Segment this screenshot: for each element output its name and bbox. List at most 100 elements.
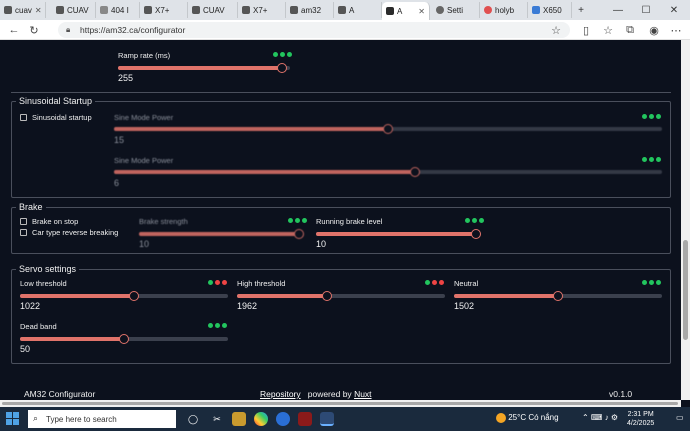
slider-handle[interactable] [410, 167, 420, 177]
scrollbar-thumb[interactable] [2, 402, 678, 405]
sinusoidal-startup-checkbox[interactable]: Sinusoidal startup [20, 113, 92, 122]
tab-9[interactable]: holyb [480, 2, 528, 18]
tab-favicon-icon [386, 7, 394, 15]
sinusoidal-startup-legend: Sinusoidal Startup [19, 96, 93, 106]
slider-handle[interactable] [294, 229, 304, 239]
minimize-button[interactable]: — [604, 0, 632, 20]
brake-on-stop-checkbox[interactable]: Brake on stop [20, 217, 78, 226]
high-threshold-slider[interactable] [237, 291, 445, 301]
tab-favicon-icon [4, 6, 12, 14]
more-menu-icon[interactable]: ⋯ [668, 22, 684, 38]
ramp-rate-slider[interactable] [118, 63, 290, 73]
slider-handle[interactable] [383, 124, 393, 134]
system-tray-icons[interactable]: ⌃ ⌨ ♪ ⚙ [582, 413, 618, 422]
reverse-braking-checkbox[interactable]: Car type reverse breaking [20, 228, 118, 237]
star-icon[interactable]: ☆ [548, 22, 564, 38]
configurator-page: Ramp rate (ms) 255 Sinusoidal Startup Si… [0, 40, 690, 407]
slider-handle[interactable] [277, 63, 287, 73]
status-dot [302, 218, 307, 223]
horizontal-scrollbar[interactable] [0, 400, 681, 407]
footer-links: Repository powered by Nuxt [260, 389, 372, 399]
tab-close-icon[interactable]: ✕ [418, 7, 425, 16]
close-window-button[interactable]: ✕ [660, 0, 688, 20]
tab-2[interactable]: 404 I [96, 2, 140, 18]
collections-icon[interactable]: ⧉ [622, 22, 638, 38]
taskbar-search-box[interactable]: ⌕ Type here to search [28, 410, 176, 428]
vertical-scrollbar[interactable] [681, 40, 690, 400]
scrollbar-thumb[interactable] [683, 240, 688, 340]
neutral-label: Neutral [454, 279, 479, 288]
notification-icon[interactable]: ▭ [676, 413, 684, 422]
status-dot [642, 114, 647, 119]
reload-icon[interactable]: ↻ [26, 22, 42, 38]
sine-mode-power-label: Sine Mode Power [114, 113, 174, 122]
split-screen-icon[interactable]: ▯ [578, 22, 594, 38]
tab-8[interactable]: Setti [432, 2, 480, 18]
slider-handle[interactable] [129, 291, 139, 301]
search-icon: ⌕ [33, 413, 39, 423]
slider-handle[interactable] [553, 291, 563, 301]
dead-band-slider[interactable] [20, 334, 228, 344]
tab-0[interactable]: cuav ✕ [0, 2, 46, 18]
status-dot [222, 280, 227, 285]
checkbox-box[interactable] [20, 229, 27, 236]
tab-10[interactable]: X650 [528, 2, 572, 18]
tab-close-icon[interactable]: ✕ [35, 6, 42, 15]
footer-brand: AM32 Configurator [24, 389, 96, 399]
brake-strength-label: Brake strength [139, 217, 188, 226]
slider-handle[interactable] [471, 229, 481, 239]
ramp-rate-value: 255 [118, 73, 134, 83]
low-threshold-slider[interactable] [20, 291, 228, 301]
status-dot [642, 157, 647, 162]
tab-favicon-icon [242, 6, 250, 14]
brake-strength-slider[interactable] [139, 229, 304, 239]
chrome-icon[interactable] [254, 412, 268, 426]
tab-3[interactable]: X7+ [140, 2, 188, 18]
running-brake-level-slider[interactable] [316, 229, 481, 239]
address-bar[interactable]: 🔒︎ https://am32.ca/configurator [58, 22, 570, 38]
new-tab-button[interactable]: + [572, 0, 590, 20]
sine-mode-power-2-value: 6 [114, 178, 120, 188]
profile-icon[interactable]: ◉ [646, 22, 662, 38]
status-dot [472, 218, 477, 223]
repository-link[interactable]: Repository [260, 389, 301, 399]
sine-mode-power-2-slider[interactable] [114, 167, 662, 177]
tab-1[interactable]: CUAV [52, 2, 96, 18]
status-dot [642, 280, 647, 285]
task-view-icon[interactable]: ◯ [186, 412, 200, 426]
neutral-slider[interactable] [454, 291, 662, 301]
sine-mode-power-slider[interactable] [114, 124, 662, 134]
back-arrow-icon[interactable]: ← [6, 22, 22, 38]
gear-icon [436, 6, 444, 14]
tab-active[interactable]: A ✕ [382, 2, 430, 20]
tab-7[interactable]: A [334, 2, 382, 18]
snipping-tool-icon[interactable]: ✂ [210, 412, 224, 426]
windows-start-icon[interactable] [6, 412, 19, 425]
checkbox-box[interactable] [20, 114, 27, 121]
status-dot [465, 218, 470, 223]
neutral-value: 1502 [454, 301, 475, 311]
app-icon[interactable] [298, 412, 312, 426]
favorites-icon[interactable]: ☆ [600, 22, 616, 38]
neutral-status-dots [642, 280, 661, 285]
nuxt-link[interactable]: Nuxt [354, 389, 371, 399]
active-app-icon[interactable] [320, 412, 334, 426]
tab-6[interactable]: am32 [286, 2, 334, 18]
checkbox-box[interactable] [20, 218, 27, 225]
brake-strength-status-dots [288, 218, 307, 223]
weather-widget[interactable]: 25°C Có nắng [496, 413, 559, 423]
status-dot [649, 114, 654, 119]
high-threshold-status-dots [425, 280, 444, 285]
sine-mode-power-2-label: Sine Mode Power [114, 156, 174, 165]
maximize-button[interactable]: ☐ [632, 0, 660, 20]
tab-5[interactable]: X7+ [238, 2, 286, 18]
slider-handle[interactable] [322, 291, 332, 301]
status-dot [439, 280, 444, 285]
slider-handle[interactable] [119, 334, 129, 344]
sine-mode-power-value: 15 [114, 135, 125, 145]
edge-icon[interactable] [276, 412, 290, 426]
sun-icon [496, 413, 506, 423]
tab-4[interactable]: CUAV [188, 2, 238, 18]
file-explorer-icon[interactable] [232, 412, 246, 426]
taskbar-clock[interactable]: 2:31 PM 4/2/2025 [627, 410, 654, 428]
